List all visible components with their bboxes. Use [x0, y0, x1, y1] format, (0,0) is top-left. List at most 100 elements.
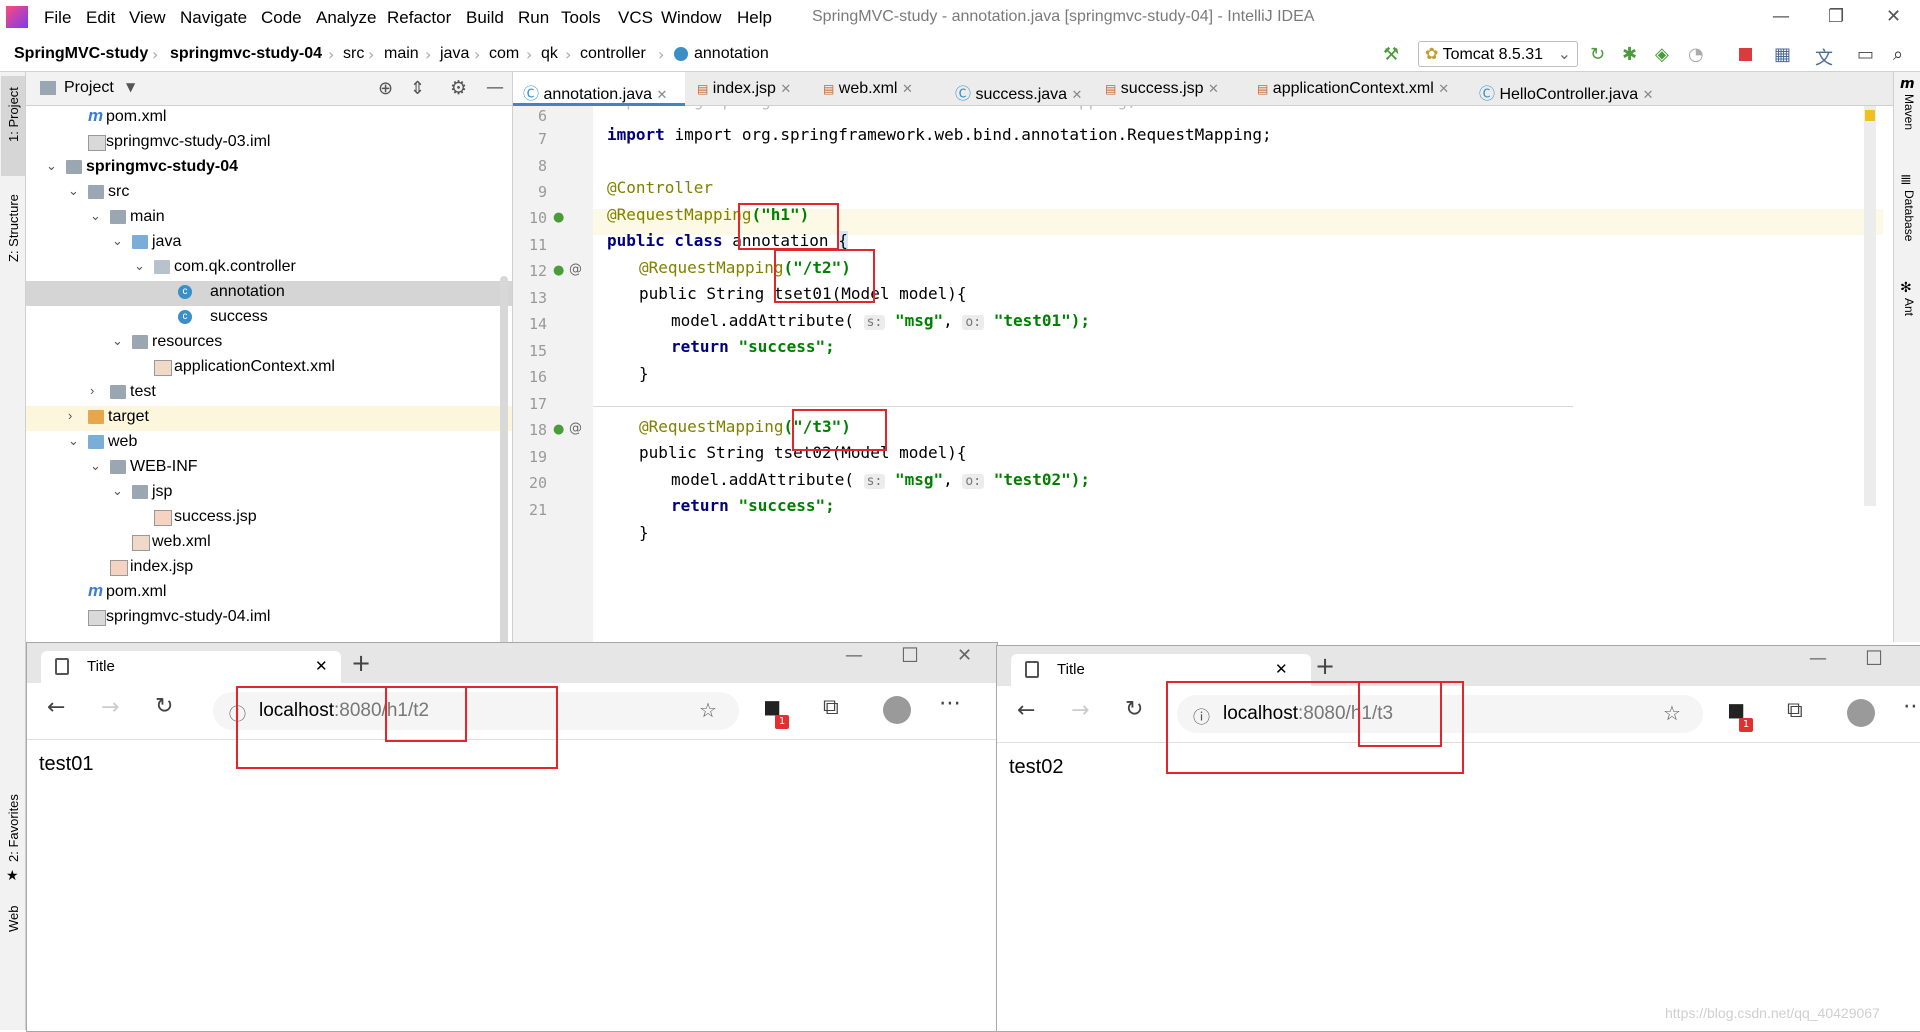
menu-vcs[interactable]: VCS	[618, 8, 653, 28]
editor-scrollbar[interactable]	[1864, 106, 1876, 506]
menu-build[interactable]: Build	[466, 8, 504, 28]
project-tool-label[interactable]: 1: Project	[6, 87, 21, 142]
search-icon[interactable]: ⌕	[1893, 44, 1903, 65]
tree-item[interactable]: applicationContext.xml	[26, 356, 513, 381]
breadcrumb-com[interactable]: com	[489, 45, 519, 63]
tree-item[interactable]: index.jsp	[26, 556, 513, 581]
tree-item[interactable]: m pom.xml	[26, 106, 513, 131]
restore-icon[interactable]: ❐	[1828, 6, 1844, 27]
tree-item[interactable]: ⌄ src	[26, 181, 513, 206]
annotation-marker-icon[interactable]: @	[569, 262, 582, 277]
tree-item[interactable]: c success	[26, 306, 513, 331]
chevron-right-icon[interactable]: ›	[68, 408, 72, 423]
ant-tool-label[interactable]: Ant	[1902, 298, 1916, 316]
menu-help[interactable]: Help	[737, 8, 772, 28]
menu-code[interactable]: Code	[261, 8, 302, 28]
breadcrumb-annotation[interactable]: annotation	[694, 45, 769, 63]
tree-item[interactable]: ⌄ main	[26, 206, 513, 231]
code-editor[interactable]: import org.springframework.web.bind.anno…	[593, 106, 1883, 642]
build-hammer-icon[interactable]: ⚒	[1383, 44, 1399, 65]
close-tab-icon[interactable]: ✕	[780, 81, 791, 96]
gear-icon[interactable]: ⚙	[450, 77, 467, 99]
chevron-down-icon[interactable]: ⌄	[68, 433, 79, 449]
menu-file[interactable]: File	[44, 8, 71, 28]
project-structure-icon[interactable]: ▦	[1774, 44, 1791, 65]
chevron-down-icon[interactable]: ⌄	[68, 183, 79, 199]
collections-icon[interactable]: ⧉	[823, 695, 839, 720]
close-tab-icon[interactable]: ✕	[1643, 87, 1654, 102]
tree-item[interactable]: ⌄ jsp	[26, 481, 513, 506]
tree-item[interactable]: › test	[26, 381, 513, 406]
more-icon[interactable]: ⋯	[939, 691, 961, 716]
menu-view[interactable]: View	[129, 8, 166, 28]
forward-icon[interactable]: →	[1071, 698, 1089, 723]
tree-item-selected[interactable]: c annotation	[26, 281, 513, 306]
chevron-down-icon[interactable]: ⌄	[112, 483, 123, 499]
spring-mapping-icon[interactable]: ●	[553, 422, 564, 437]
tree-scrollbar[interactable]	[500, 276, 508, 642]
tree-item[interactable]: › target	[26, 406, 513, 431]
menu-edit[interactable]: Edit	[86, 8, 115, 28]
breadcrumb-project[interactable]: SpringMVC-study	[14, 45, 148, 63]
forward-icon[interactable]: →	[101, 695, 119, 720]
breadcrumb-src[interactable]: src	[343, 45, 364, 63]
tab-success-jsp[interactable]: ▤ success.jsp ✕	[1095, 72, 1245, 106]
maven-tool-label[interactable]: Maven	[1902, 94, 1916, 130]
favorites-tool-label[interactable]: 2: Favorites	[6, 794, 21, 862]
minimize-icon[interactable]: —	[1772, 6, 1790, 27]
chevron-down-icon[interactable]: ▼	[126, 80, 135, 94]
hide-panel-icon[interactable]: —	[486, 77, 504, 98]
collapse-all-icon[interactable]: ⇕	[410, 78, 425, 99]
back-icon[interactable]: ←	[47, 695, 65, 720]
menu-window[interactable]: Window	[661, 8, 721, 28]
close-tab-icon[interactable]: ✕	[1438, 81, 1449, 96]
tab-hellocontroller-java[interactable]: Ⓒ HelloController.java ✕	[1469, 72, 1665, 106]
chevron-down-icon[interactable]: ⌄	[90, 458, 101, 474]
tab-index-jsp[interactable]: ▤ index.jsp ✕	[687, 72, 811, 106]
refresh-icon[interactable]: ↻	[155, 694, 173, 719]
maximize-icon[interactable]: ☐	[1865, 646, 1883, 670]
tree-item[interactable]: ⌄ resources	[26, 331, 513, 356]
project-panel-title[interactable]: Project	[64, 79, 114, 97]
minimize-icon[interactable]: —	[1809, 648, 1827, 669]
web-tool-label[interactable]: Web	[6, 906, 21, 933]
tree-item[interactable]: ⌄ WEB-INF	[26, 456, 513, 481]
annotation-marker-icon[interactable]: @	[569, 421, 582, 436]
close-icon[interactable]: ✕	[1886, 6, 1901, 27]
tree-item[interactable]: ⌄ com.qk.controller	[26, 256, 513, 281]
tree-item[interactable]: m pom.xml	[26, 581, 513, 606]
rerun-icon[interactable]: ↻	[1590, 44, 1605, 65]
warning-marker-icon[interactable]	[1865, 110, 1875, 121]
tree-item[interactable]: ⌄ java	[26, 231, 513, 256]
collections-icon[interactable]: ⧉	[1787, 698, 1803, 723]
menu-run[interactable]: Run	[518, 8, 549, 28]
debug-icon[interactable]: ✱	[1622, 44, 1637, 65]
breadcrumb-module[interactable]: springmvc-study-04	[170, 45, 322, 63]
refresh-icon[interactable]: ↻	[1125, 697, 1143, 722]
breadcrumb-controller[interactable]: controller	[580, 45, 646, 63]
avatar[interactable]	[1847, 699, 1875, 727]
chevron-down-icon[interactable]: ⌄	[112, 233, 123, 249]
close-tab-icon[interactable]: ✕	[1072, 87, 1083, 102]
tree-item[interactable]: springmvc-study-04.iml	[26, 606, 513, 631]
close-tab-icon[interactable]: ✕	[902, 81, 913, 96]
star-icon[interactable]: ☆	[699, 698, 717, 723]
maximize-icon[interactable]: ☐	[901, 643, 919, 667]
breadcrumb-main[interactable]: main	[384, 45, 419, 63]
profile-icon[interactable]: ◔	[1688, 44, 1704, 65]
chevron-down-icon[interactable]: ⌄	[134, 258, 145, 274]
back-icon[interactable]: ←	[1017, 698, 1035, 723]
close-tab-icon[interactable]: ✕	[1208, 81, 1219, 96]
close-icon[interactable]: ✕	[957, 645, 972, 666]
chevron-down-icon[interactable]: ⌄	[46, 158, 57, 174]
chevron-right-icon[interactable]: ›	[90, 383, 94, 398]
translate-icon[interactable]: 文	[1815, 44, 1833, 70]
breadcrumb-qk[interactable]: qk	[541, 45, 558, 63]
more-icon[interactable]: ⋯	[1903, 694, 1920, 719]
presentation-icon[interactable]: ▭	[1857, 44, 1874, 65]
locate-icon[interactable]: ⊕	[378, 78, 393, 99]
menu-tools[interactable]: Tools	[561, 8, 601, 28]
menu-refactor[interactable]: Refactor	[387, 8, 451, 28]
new-tab-icon[interactable]: +	[1315, 652, 1335, 680]
spring-bean-icon[interactable]: ●	[553, 210, 564, 225]
